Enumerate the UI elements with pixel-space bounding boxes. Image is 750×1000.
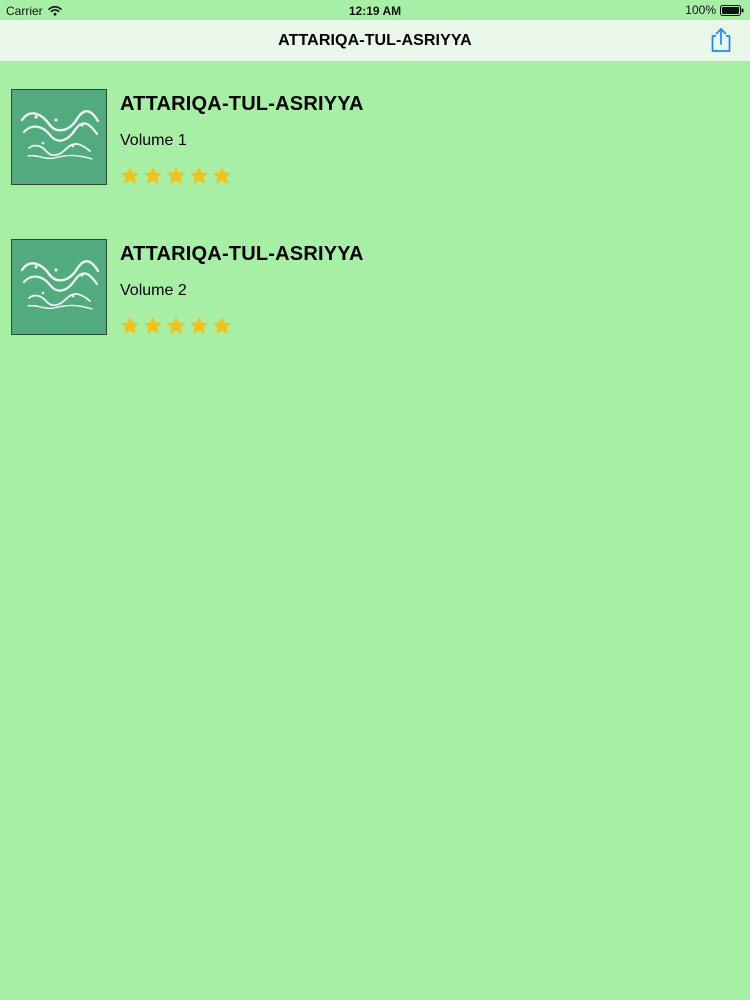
star-icon bbox=[189, 316, 209, 334]
star-icon bbox=[212, 316, 232, 334]
page-title: ATTARIQA-TUL-ASRIYYA bbox=[278, 32, 472, 49]
navigation-bar: ATTARIQA-TUL-ASRIYYA bbox=[0, 20, 750, 62]
book-title: ATTARIQA-TUL-ASRIYYA bbox=[120, 243, 364, 265]
star-icon bbox=[143, 316, 163, 334]
book-list: ATTARIQA-TUL-ASRIYYA Volume 1 ATTARIQA-T… bbox=[0, 62, 750, 1000]
rating-stars bbox=[119, 165, 233, 187]
star-icon bbox=[143, 166, 163, 184]
battery-percent: 100% bbox=[685, 3, 716, 17]
share-icon bbox=[711, 28, 731, 52]
book-cover-image bbox=[11, 239, 107, 335]
status-bar: Carrier 12:19 AM 100% bbox=[0, 0, 750, 22]
app-screen: Carrier 12:19 AM 100% ATTARIQA-TUL-ASRIY… bbox=[0, 0, 750, 1000]
book-row-volume-2[interactable]: ATTARIQA-TUL-ASRIYYA Volume 2 bbox=[0, 212, 750, 362]
book-title: ATTARIQA-TUL-ASRIYYA bbox=[120, 93, 364, 115]
book-cover-image bbox=[11, 89, 107, 185]
star-icon bbox=[212, 166, 232, 184]
star-icon bbox=[166, 166, 186, 184]
book-volume-label: Volume 1 bbox=[120, 132, 187, 149]
share-button[interactable] bbox=[708, 26, 734, 54]
book-volume-label: Volume 2 bbox=[120, 282, 187, 299]
star-icon bbox=[166, 316, 186, 334]
book-row-volume-1[interactable]: ATTARIQA-TUL-ASRIYYA Volume 1 bbox=[0, 62, 750, 212]
battery-icon bbox=[720, 4, 744, 16]
rating-stars bbox=[119, 315, 233, 337]
status-right: 100% bbox=[685, 3, 744, 17]
star-icon bbox=[189, 166, 209, 184]
star-icon bbox=[120, 316, 140, 334]
status-time: 12:19 AM bbox=[348, 4, 402, 18]
star-icon bbox=[120, 166, 140, 184]
